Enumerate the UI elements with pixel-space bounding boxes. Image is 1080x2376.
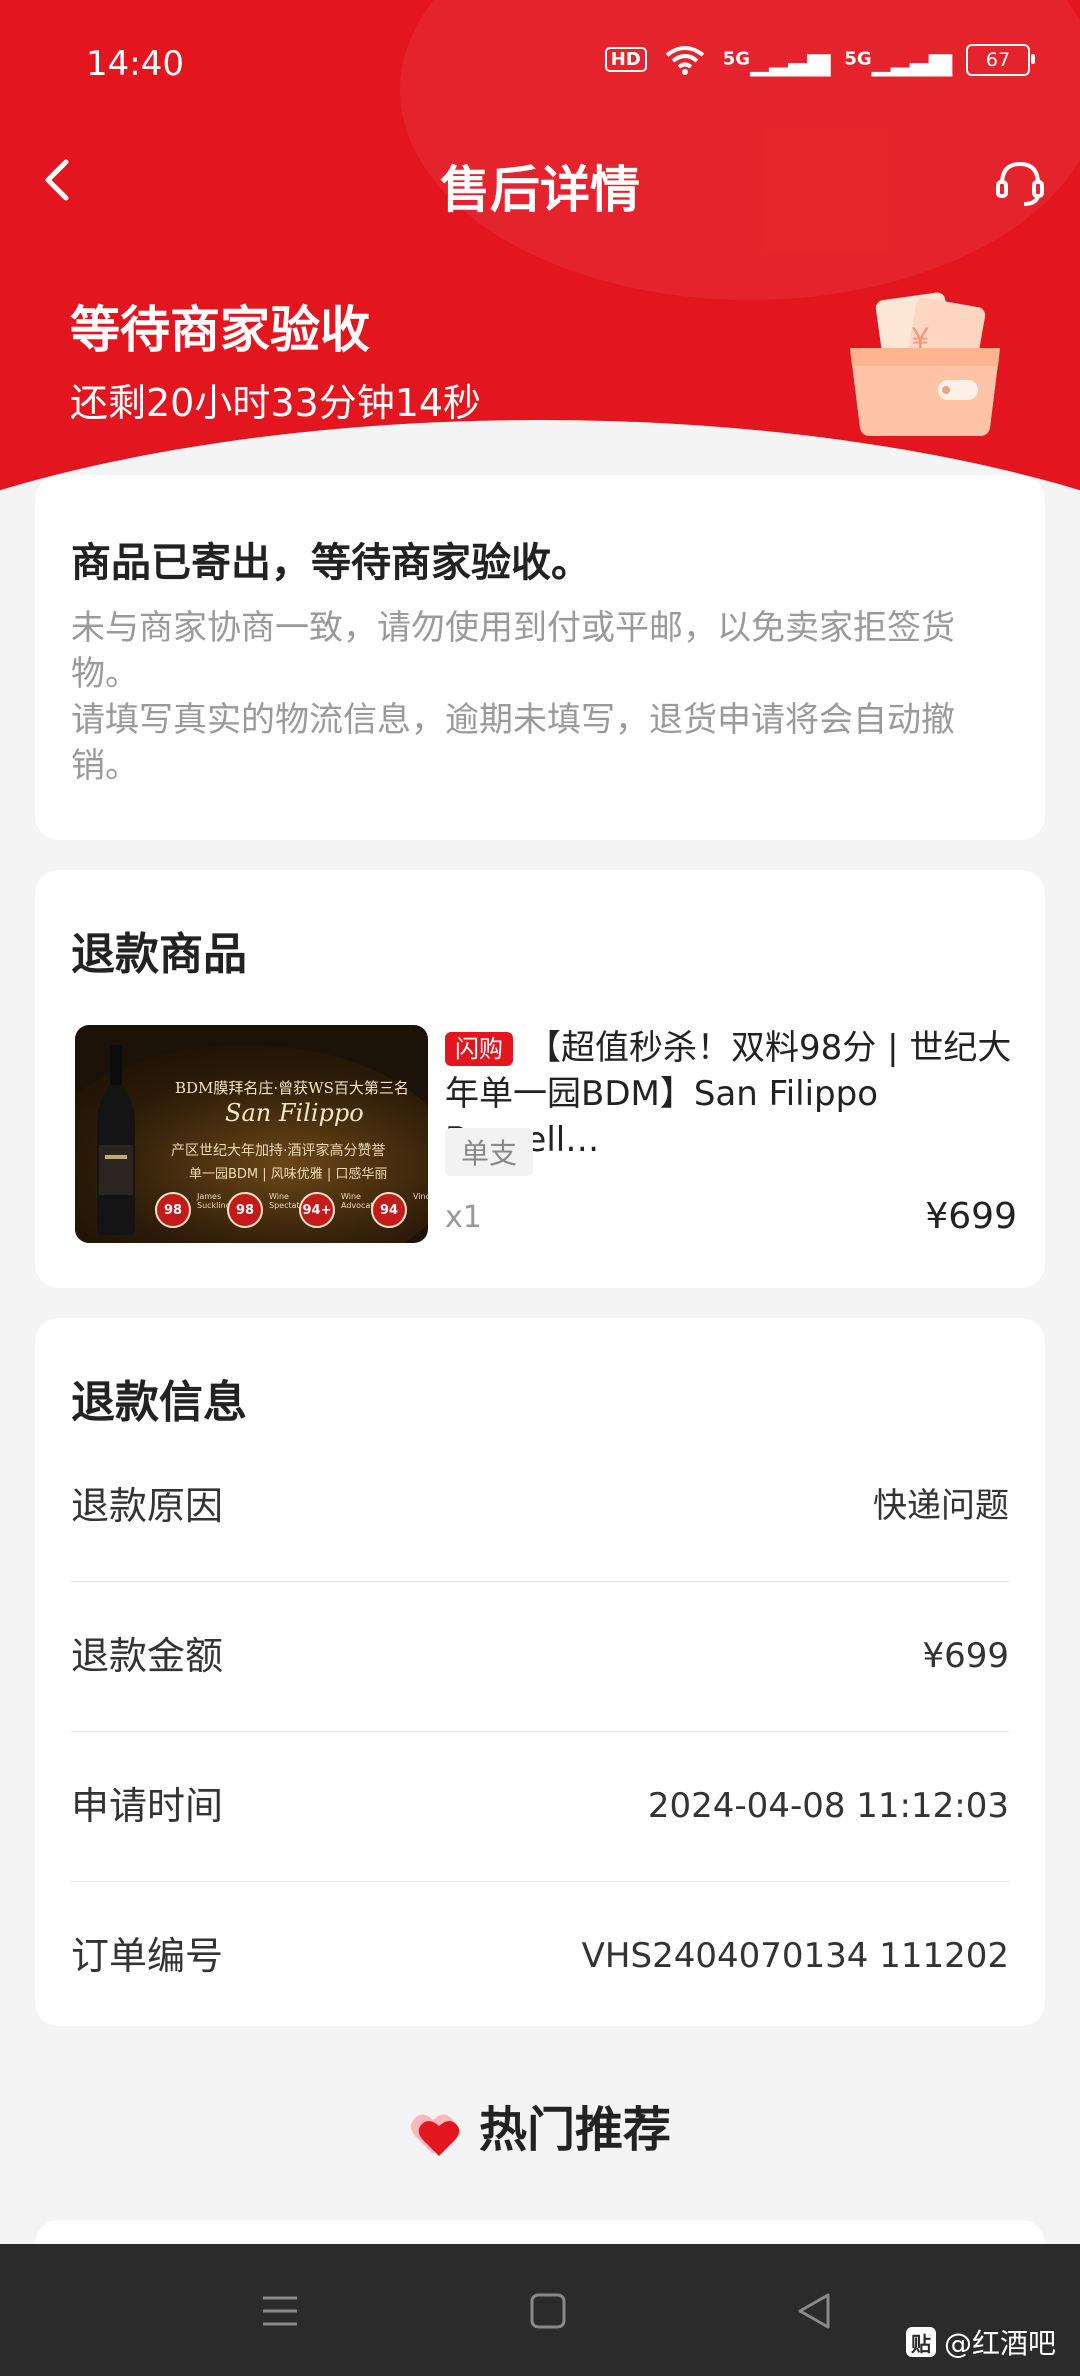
order-number-value[interactable]: VHS2404070134 111202	[582, 1881, 1009, 2031]
score-badge: 98	[155, 1192, 191, 1228]
status-bar: 14:40 HD 5G▁▂▃▅ 5G▁▂▃▅ 67	[0, 30, 1080, 100]
refund-goods-card: 退款商品 BDM膜拜名庄·曾获WS百大第三名 San Filippo 产区世纪大…	[35, 870, 1045, 1288]
signal-icon-1: 5G▁▂▃▅	[722, 42, 831, 77]
notice-card: 商品已寄出，等待商家验收。 未与商家协商一致，请勿使用到付或平邮，以免卖家拒签货…	[35, 475, 1045, 840]
refund-reason-label: 退款原因	[71, 1484, 224, 1528]
refund-wallet-icon: ¥	[850, 292, 1000, 436]
score-badge-label: Vinous	[413, 1192, 428, 1201]
refund-reason-row: 退款原因 快递问题	[71, 1431, 1009, 1582]
refund-goods-title: 退款商品	[71, 929, 247, 980]
refund-info-card: 退款信息 退款原因 快递问题 退款金额 ¥699 申请时间 2024-04-08…	[35, 1318, 1045, 2026]
notice-line: 销。	[71, 746, 139, 786]
product-image-line4: 单一园BDM | 风味优雅 | 口感华丽	[189, 1167, 388, 1182]
refund-info-title: 退款信息	[71, 1377, 247, 1428]
home-icon[interactable]	[523, 2286, 573, 2336]
refund-amount-value: ¥699	[922, 1636, 1009, 1676]
watermark-text: @红酒吧	[943, 2327, 1056, 2360]
product-image-line3: 产区世纪大年加持·酒评家高分赞誉	[171, 1143, 386, 1159]
order-number-label: 订单编号	[71, 1934, 224, 1978]
battery-icon: 67	[966, 43, 1035, 76]
customer-service-icon[interactable]	[990, 152, 1050, 212]
menu-icon[interactable]	[255, 2286, 305, 2336]
watermark-logo: 贴	[905, 2327, 936, 2357]
status-icons: HD 5G▁▂▃▅ 5G▁▂▃▅ 67	[604, 42, 1035, 77]
refund-amount-label: 退款金额	[71, 1634, 224, 1678]
score-badge: 98	[227, 1192, 263, 1228]
hd-voice-icon: HD	[604, 47, 647, 72]
score-badge-label: James Suckling	[197, 1192, 231, 1210]
product-quantity: x1	[445, 1200, 482, 1235]
watermark: 贴 @红酒吧	[905, 2322, 1056, 2362]
wifi-icon	[665, 45, 705, 75]
refund-amount-row: 退款金额 ¥699	[71, 1581, 1009, 1732]
order-number-row: 订单编号 VHS2404070134 111202	[71, 1881, 1009, 2031]
product-image[interactable]: BDM膜拜名庄·曾获WS百大第三名 San Filippo 产区世纪大年加持·酒…	[75, 1025, 428, 1243]
product-price: ¥699	[925, 1196, 1017, 1237]
score-badge: 94+	[299, 1192, 335, 1228]
notice-line: 物。	[71, 654, 139, 694]
product-spec: 单支	[445, 1128, 534, 1176]
aftersale-status-title: 等待商家验收	[70, 301, 370, 359]
heart-icon	[410, 2114, 460, 2156]
product-image-line1: BDM膜拜名庄·曾获WS百大第三名	[175, 1079, 409, 1097]
refund-reason-value: 快递问题	[873, 1486, 1009, 1526]
signal-icon-2: 5G▁▂▃▅	[844, 42, 952, 77]
wine-bottle-icon	[97, 1045, 135, 1235]
apply-time-value: 2024-04-08 11:12:03	[647, 1786, 1009, 1826]
page-title: 售后详情	[440, 161, 640, 219]
status-time: 14:40	[86, 44, 184, 84]
product-image-line2: San Filippo	[225, 1099, 364, 1127]
hot-recommend-title: 热门推荐	[478, 2102, 671, 2158]
back-triangle-icon[interactable]	[790, 2286, 840, 2336]
notice-title: 商品已寄出，等待商家验收。	[71, 540, 591, 586]
hot-recommend-section: 热门推荐	[0, 2090, 1080, 2160]
apply-time-row: 申请时间 2024-04-08 11:12:03	[71, 1731, 1009, 1882]
score-badge-label: Wine Advocate	[341, 1192, 379, 1210]
notice-line: 未与商家协商一致，请勿使用到付或平邮，以免卖家拒签货	[71, 608, 955, 648]
apply-time-label: 申请时间	[71, 1784, 224, 1828]
score-badges: 98 James Suckling 98 Wine Spectator 94+ …	[155, 1192, 428, 1228]
score-badge-label: Wine Spectator	[269, 1192, 308, 1210]
countdown-text: 还剩20小时33分钟14秒	[70, 381, 482, 425]
nav-bar: 售后详情	[0, 140, 1080, 220]
notice-line: 请填写真实的物流信息，逾期未填写，退货申请将会自动撤	[71, 700, 955, 740]
score-badge: 94	[371, 1192, 407, 1228]
flash-sale-tag: 闪购	[445, 1032, 513, 1066]
